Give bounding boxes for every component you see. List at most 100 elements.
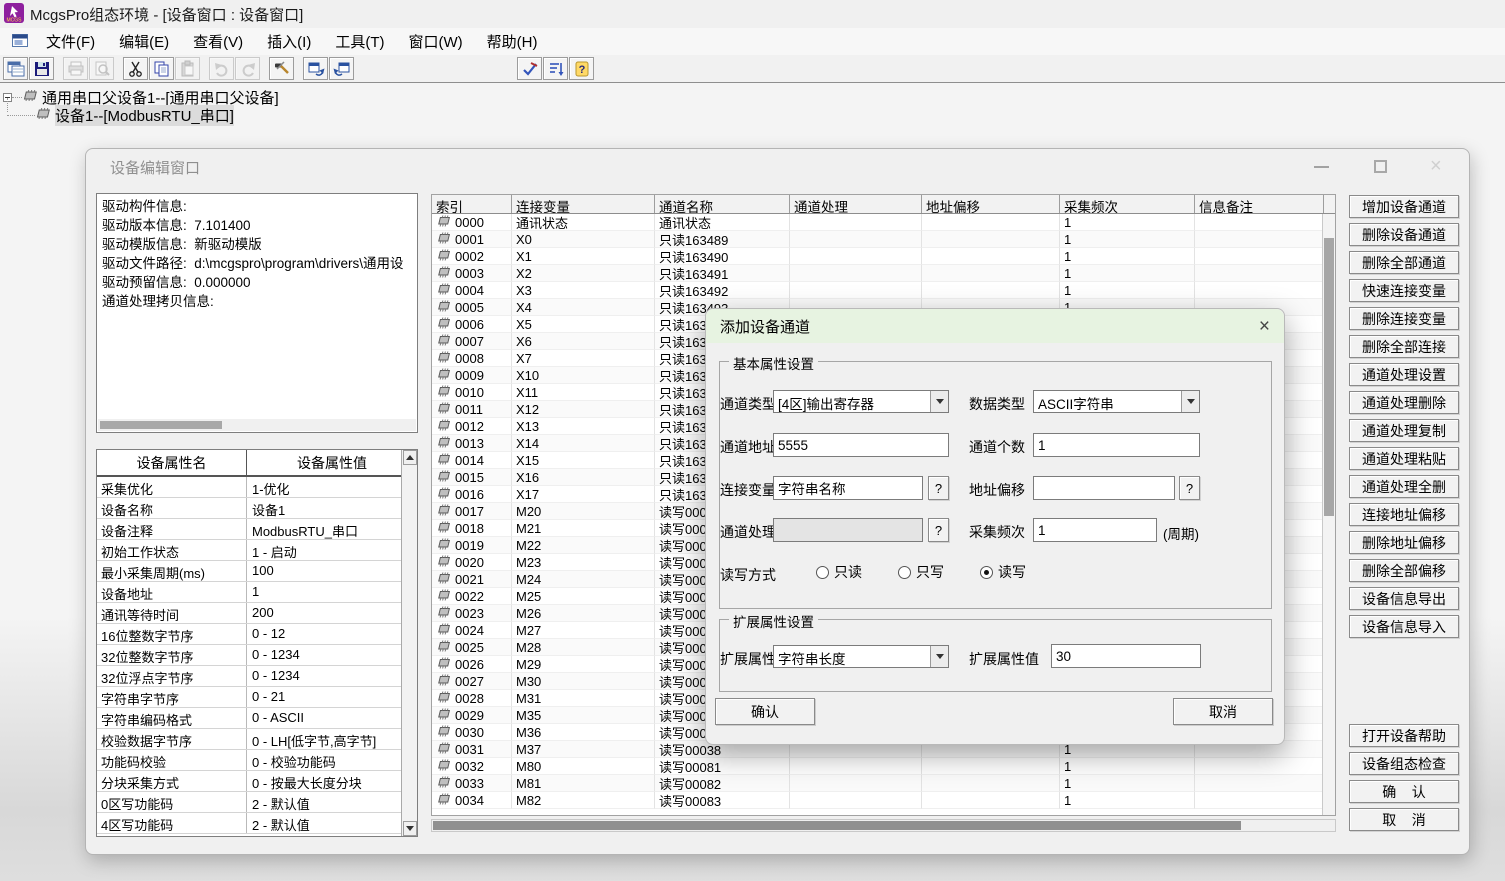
side-button-11[interactable]: 连接地址偏移 <box>1349 503 1459 526</box>
tree-item-label[interactable]: 设备1--[ModbusRTU_串口] <box>55 105 234 126</box>
workbench-icon[interactable] <box>3 57 28 80</box>
channel-col-header-1[interactable]: 连接变量 <box>512 195 655 213</box>
mdi-child-icon[interactable] <box>12 34 28 50</box>
channel-row[interactable]: 0000通讯状态通讯状态1 <box>432 214 1335 231</box>
side-button-9[interactable]: 通道处理粘贴 <box>1349 447 1459 470</box>
channel-row[interactable]: 0034M82读写000831 <box>432 792 1335 809</box>
cancel-button[interactable]: 取消 <box>1173 698 1273 725</box>
property-row[interactable]: 功能码校验0 - 校验功能码 <box>97 750 417 771</box>
side-button-7[interactable]: 通道处理删除 <box>1349 391 1459 414</box>
property-row[interactable]: 初始工作状态1 - 启动 <box>97 540 417 561</box>
window-export-icon[interactable] <box>303 57 328 80</box>
side-button-12[interactable]: 删除地址偏移 <box>1349 531 1459 554</box>
dialog-close-icon[interactable]: × <box>1259 317 1270 336</box>
open-device-help-button[interactable]: 打开设备帮助 <box>1349 724 1459 747</box>
menu-item-2[interactable]: 查看(V) <box>181 28 255 55</box>
property-row[interactable]: 设备注释ModbusRTU_串口 <box>97 519 417 540</box>
sort-icon[interactable] <box>543 57 568 80</box>
radio-icon[interactable] <box>816 566 829 579</box>
scroll-up-icon[interactable] <box>403 450 417 465</box>
side-button-15[interactable]: 设备信息导入 <box>1349 615 1459 638</box>
link-variable-help-button[interactable]: ? <box>928 476 949 500</box>
side-button-6[interactable]: 通道处理设置 <box>1349 363 1459 386</box>
channel-address-input[interactable] <box>773 433 949 457</box>
property-row[interactable]: 设备地址1 <box>97 582 417 603</box>
side-button-2[interactable]: 删除全部通道 <box>1349 251 1459 274</box>
save-icon[interactable] <box>29 57 54 80</box>
property-row[interactable]: 分块采集方式0 - 按最大长度分块 <box>97 771 417 792</box>
close-icon[interactable]: × <box>1430 159 1442 173</box>
chevron-down-icon[interactable] <box>1181 391 1199 412</box>
channel-row[interactable]: 0003X2只读1634911 <box>432 265 1335 282</box>
rw-option-只读[interactable]: 只读 <box>816 562 862 582</box>
channel-type-select[interactable]: [4区]输出寄存器 <box>773 390 949 413</box>
maximize-icon[interactable] <box>1374 160 1387 173</box>
side-button-3[interactable]: 快速连接变量 <box>1349 279 1459 302</box>
driver-info-hscrollbar[interactable] <box>98 419 416 431</box>
menu-item-1[interactable]: 编辑(E) <box>107 28 181 55</box>
channel-col-header-4[interactable]: 地址偏移 <box>922 195 1060 213</box>
channel-row[interactable]: 0001X0只读1634891 <box>432 231 1335 248</box>
property-row[interactable]: 采集优化1-优化 <box>97 477 417 498</box>
scroll-down-icon[interactable] <box>403 821 417 836</box>
window-import-icon[interactable] <box>329 57 354 80</box>
channel-row[interactable]: 0032M80读写000811 <box>432 758 1335 775</box>
channel-col-header-5[interactable]: 采集频次 <box>1060 195 1195 213</box>
channel-row[interactable]: 0002X1只读1634901 <box>432 248 1335 265</box>
side-button-5[interactable]: 删除全部连接 <box>1349 335 1459 358</box>
collect-freq-input[interactable] <box>1033 518 1157 542</box>
radio-icon[interactable] <box>898 566 911 579</box>
menu-item-6[interactable]: 帮助(H) <box>475 28 550 55</box>
rw-option-只写[interactable]: 只写 <box>898 562 944 582</box>
property-row[interactable]: 16位整数字节序0 - 12 <box>97 624 417 645</box>
menu-item-5[interactable]: 窗口(W) <box>396 28 474 55</box>
property-row[interactable]: 32位整数字节序0 - 1234 <box>97 645 417 666</box>
cut-icon[interactable] <box>123 57 148 80</box>
menu-item-0[interactable]: 文件(F) <box>34 28 107 55</box>
window-confirm-button[interactable]: 确 认 <box>1349 780 1459 803</box>
property-table-scrollbar[interactable] <box>401 450 417 836</box>
side-button-10[interactable]: 通道处理全删 <box>1349 475 1459 498</box>
rw-option-读写[interactable]: 读写 <box>980 562 1026 582</box>
window-cancel-button[interactable]: 取 消 <box>1349 808 1459 831</box>
channel-col-header-6[interactable]: 信息备注 <box>1195 195 1324 213</box>
side-button-1[interactable]: 删除设备通道 <box>1349 223 1459 246</box>
link-variable-input[interactable] <box>773 476 923 500</box>
side-button-4[interactable]: 删除连接变量 <box>1349 307 1459 330</box>
menu-item-4[interactable]: 工具(T) <box>323 28 396 55</box>
channel-row[interactable]: 0033M81读写000821 <box>432 775 1335 792</box>
channel-count-input[interactable] <box>1033 433 1200 457</box>
channel-table-vscrollbar[interactable] <box>1322 214 1335 815</box>
tree-item-parent-device[interactable]: 通用串口父设备1--[通用串口父设备] <box>3 88 279 106</box>
channel-col-header-0[interactable]: 索引 <box>432 195 512 213</box>
property-row[interactable]: 0区写功能码2 - 默认值 <box>97 792 417 813</box>
menu-item-3[interactable]: 插入(I) <box>255 28 323 55</box>
address-offset-input[interactable] <box>1033 476 1175 500</box>
property-row[interactable]: 最小采集周期(ms)100 <box>97 561 417 582</box>
chevron-down-icon[interactable] <box>930 391 948 412</box>
device-config-check-button[interactable]: 设备组态检查 <box>1349 752 1459 775</box>
ext-name-select[interactable]: 字符串长度 <box>773 645 949 668</box>
radio-icon[interactable] <box>980 566 993 579</box>
address-offset-help-button[interactable]: ? <box>1179 476 1200 500</box>
property-row[interactable]: 32位浮点字节序0 - 1234 <box>97 666 417 687</box>
channel-col-header-3[interactable]: 通道处理 <box>790 195 922 213</box>
side-button-8[interactable]: 通道处理复制 <box>1349 419 1459 442</box>
property-row[interactable]: 通讯等待时间200 <box>97 603 417 624</box>
minimize-icon[interactable] <box>1314 159 1329 173</box>
chevron-down-icon[interactable] <box>930 646 948 667</box>
side-button-13[interactable]: 删除全部偏移 <box>1349 559 1459 582</box>
property-row[interactable]: 校验数据字节序0 - LH[低字节,高字节] <box>97 729 417 750</box>
data-type-select[interactable]: ASCII字符串 <box>1033 390 1200 413</box>
copy-icon[interactable] <box>149 57 174 80</box>
ext-value-input[interactable] <box>1051 644 1201 668</box>
channel-col-header-2[interactable]: 通道名称 <box>655 195 790 213</box>
syntax-check-icon[interactable] <box>517 57 542 80</box>
channel-row[interactable]: 0004X3只读1634921 <box>432 282 1335 299</box>
tree-item-device1[interactable]: 设备1--[ModbusRTU_串口] <box>7 106 234 124</box>
property-row[interactable]: 字符串字节序0 - 21 <box>97 687 417 708</box>
property-row[interactable]: 设备名称设备1 <box>97 498 417 519</box>
property-row[interactable]: 字符串编码格式0 - ASCII <box>97 708 417 729</box>
side-button-14[interactable]: 设备信息导出 <box>1349 587 1459 610</box>
property-row[interactable]: 4区写功能码2 - 默认值 <box>97 813 417 834</box>
